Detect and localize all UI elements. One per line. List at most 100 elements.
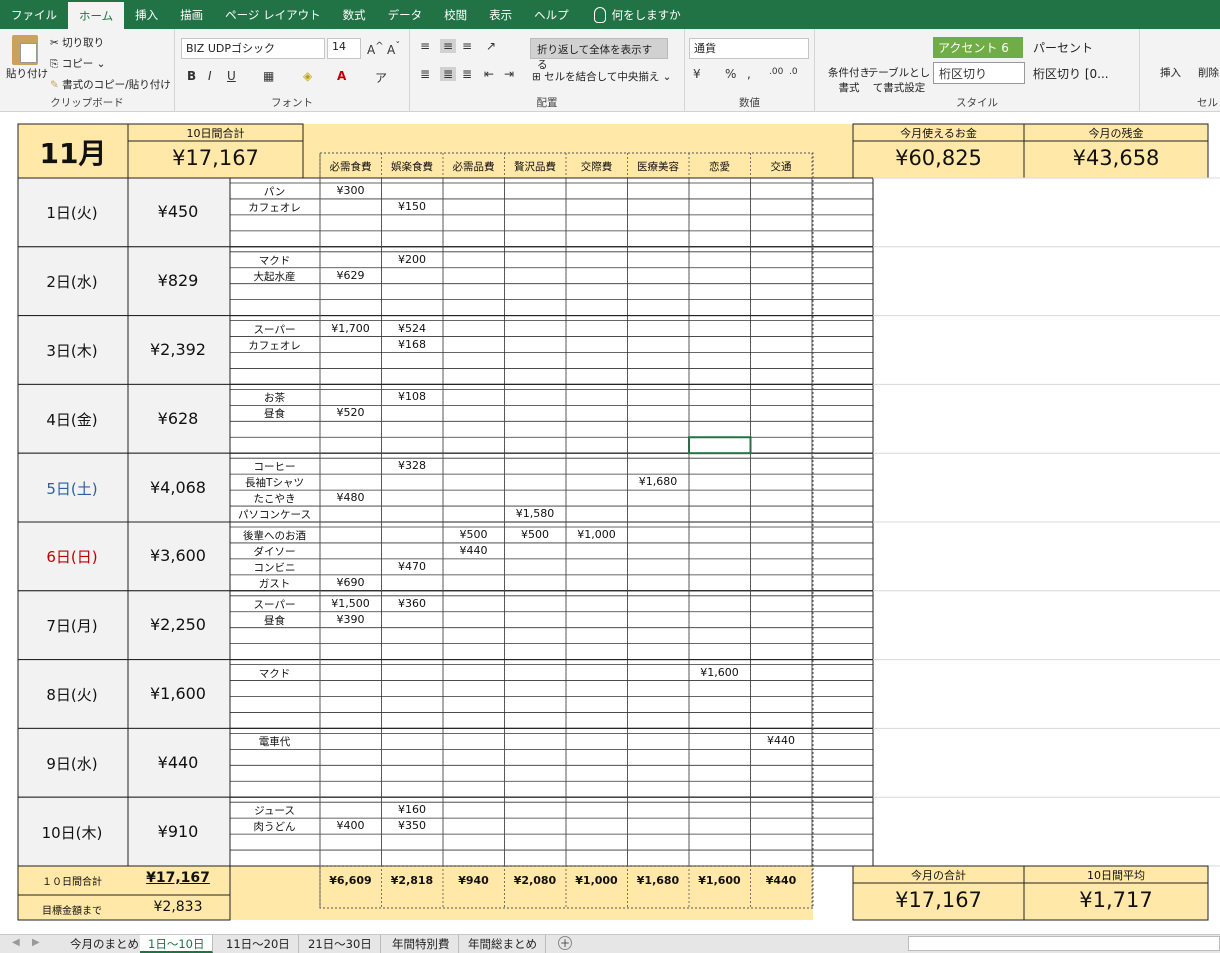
- category-total: ¥6,609: [329, 874, 372, 887]
- day-total: ¥1,600: [150, 684, 206, 703]
- format-painter-button[interactable]: ✎ 書式のコピー/貼り付け: [50, 77, 171, 92]
- day-label: 7日(月): [46, 617, 98, 636]
- font-size-select[interactable]: 14: [327, 38, 361, 59]
- copy-button[interactable]: ⎘ コピー ⌄: [50, 56, 105, 71]
- style-accent6[interactable]: アクセント 6: [933, 37, 1023, 58]
- menu-file[interactable]: ファイル: [0, 0, 68, 29]
- align-top-icon[interactable]: ≡: [420, 39, 430, 53]
- align-left-icon[interactable]: ≣: [420, 67, 430, 81]
- format-as-table-button[interactable]: テーブルとして書式設定: [867, 65, 931, 95]
- category-total: ¥1,600: [698, 874, 741, 887]
- sheet-tab[interactable]: 11日〜20日: [218, 935, 299, 953]
- sheet-tab[interactable]: 21日〜30日: [300, 935, 381, 953]
- sheet-tab[interactable]: 1日〜10日: [140, 935, 214, 953]
- decrease-indent-icon[interactable]: ⇤: [484, 67, 494, 81]
- category-header: 必需品費: [452, 161, 495, 173]
- font-name-select[interactable]: BIZ UDPゴシック: [181, 38, 325, 59]
- amount-cell: ¥520: [336, 406, 365, 420]
- prev-sheet-icon[interactable]: ◀: [12, 937, 20, 948]
- phonetic-icon[interactable]: ア: [375, 69, 387, 86]
- copy-icon: ⎘: [50, 58, 59, 70]
- style-percent[interactable]: パーセント: [1033, 39, 1093, 56]
- item-name: パソコンケース: [238, 509, 311, 522]
- add-sheet-icon[interactable]: +: [558, 936, 572, 950]
- increase-indent-icon[interactable]: ⇥: [504, 67, 514, 81]
- item-name: ダイソー: [253, 545, 296, 558]
- menu-page-layout[interactable]: ページ レイアウト: [214, 0, 331, 29]
- lightbulb-icon: [593, 6, 606, 23]
- menu-draw[interactable]: 描画: [169, 0, 214, 29]
- menu-help[interactable]: ヘルプ: [523, 0, 580, 29]
- increase-decimal-icon[interactable]: .00: [769, 67, 783, 77]
- day-label: 9日(水): [46, 754, 98, 773]
- next-sheet-icon[interactable]: ▶: [32, 937, 40, 948]
- align-right-icon[interactable]: ≣: [462, 67, 472, 81]
- amount-cell: ¥360: [398, 596, 426, 610]
- paste-icon[interactable]: [12, 35, 38, 65]
- remaining-value: ¥43,658: [1072, 146, 1160, 170]
- item-name: 大起水産: [253, 270, 296, 283]
- usable-label: 今月使えるお金: [900, 127, 977, 140]
- spreadsheet-grid[interactable]: 1日(火) ¥450 パン ¥300 カフェオレ ¥150 2日(水) ¥829 マクド ¥200…: [0, 112, 1220, 934]
- day-total: ¥440: [157, 752, 199, 772]
- menu-home[interactable]: ホーム: [68, 2, 125, 29]
- sheet-tab[interactable]: 年間特別費: [384, 935, 459, 953]
- font-color-icon[interactable]: A: [337, 69, 346, 83]
- item-name: スーパー: [253, 598, 296, 611]
- italic-icon[interactable]: I: [208, 69, 212, 83]
- delete-cells-button[interactable]: 削除: [1198, 65, 1219, 80]
- footer-target-value: ¥2,833: [153, 899, 203, 915]
- sheet-tab[interactable]: 今月のまとめ: [62, 935, 148, 953]
- category-header: 恋愛: [709, 161, 730, 173]
- amount-cell: ¥1,680: [638, 475, 678, 489]
- category-total: ¥940: [458, 874, 489, 887]
- category-header: 医療美容: [637, 161, 679, 173]
- comma-icon[interactable]: ,: [747, 67, 751, 81]
- menu-review[interactable]: 校閲: [433, 0, 478, 29]
- percent-icon[interactable]: %: [725, 67, 736, 81]
- amount-cell: ¥200: [398, 252, 426, 266]
- day-total: ¥910: [157, 821, 199, 841]
- cut-label: 切り取り: [62, 37, 105, 49]
- border-icon[interactable]: ▦: [263, 69, 274, 83]
- align-center-icon[interactable]: ≣: [440, 67, 457, 81]
- day-label: 10日(木): [41, 823, 103, 842]
- avg-value: ¥1,717: [1079, 888, 1153, 912]
- shrink-font-icon[interactable]: Aˇ: [387, 41, 400, 57]
- copy-label: コピー: [61, 58, 94, 70]
- underline-icon[interactable]: U: [227, 69, 236, 83]
- wrap-text-button[interactable]: 折り返して全体を表示する: [530, 38, 668, 71]
- paste-button[interactable]: 貼り付け: [6, 66, 48, 81]
- day-label: 1日(火): [46, 204, 98, 223]
- header-mid-band: [813, 124, 853, 178]
- style-comma[interactable]: 桁区切り: [933, 62, 1025, 84]
- horizontal-scrollbar[interactable]: [908, 936, 1220, 951]
- bold-icon[interactable]: B: [187, 69, 196, 83]
- style-comma0[interactable]: 桁区切り [0...: [1033, 65, 1109, 82]
- orientation-icon[interactable]: ↗: [486, 39, 496, 53]
- month-title: 11月: [39, 137, 107, 170]
- number-format-select[interactable]: 通貨: [689, 38, 809, 59]
- merge-center-button[interactable]: ⊞ セルを結合して中央揃え ⌄: [532, 69, 671, 84]
- cut-button[interactable]: ✂ 切り取り: [50, 35, 104, 50]
- insert-cells-button[interactable]: 挿入: [1160, 65, 1181, 80]
- fill-color-icon[interactable]: ◈: [303, 69, 312, 83]
- menu-view[interactable]: 表示: [478, 0, 523, 29]
- item-name: カフェオレ: [248, 201, 301, 214]
- tell-me-box[interactable]: 何をしますか: [580, 0, 681, 29]
- menu-data[interactable]: データ: [377, 0, 434, 29]
- category-header: 娯楽食費: [391, 161, 433, 173]
- amount-cell: ¥500: [521, 528, 549, 541]
- align-bottom-icon[interactable]: ≡: [462, 39, 472, 53]
- align-middle-icon[interactable]: ≡: [440, 39, 457, 53]
- scissors-icon: ✂: [50, 37, 59, 49]
- sheet-tab[interactable]: 年間総まとめ: [460, 935, 546, 953]
- menu-formulas[interactable]: 数式: [332, 0, 377, 29]
- menu-insert[interactable]: 挿入: [124, 0, 169, 29]
- decrease-decimal-icon[interactable]: .0: [789, 67, 798, 77]
- grow-font-icon[interactable]: A^: [367, 41, 384, 57]
- amount-cell: ¥524: [398, 321, 426, 335]
- currency-icon[interactable]: ¥: [693, 67, 701, 81]
- item-name: ガスト: [258, 577, 291, 590]
- amount-cell: ¥1,600: [700, 665, 739, 679]
